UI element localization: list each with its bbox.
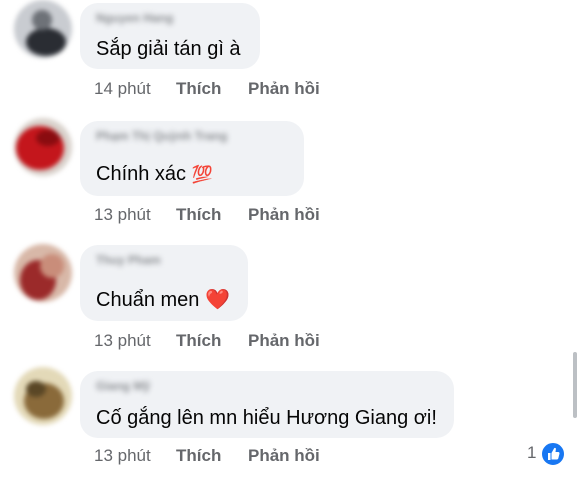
comment-time[interactable]: 13 phút (94, 331, 176, 351)
comment-author[interactable]: Thuy Pham (96, 253, 161, 267)
comment-text-body: Chuẩn men (96, 289, 200, 311)
avatar[interactable] (14, 118, 72, 176)
comment-bubble: Giang Mỹ Cố gắng lên mn hiểu Hương Giang… (80, 371, 454, 438)
like-button[interactable]: Thích (176, 205, 248, 225)
comment-text: Sắp giải tán gì à (96, 38, 241, 60)
comment-actions: 13 phút Thích Phản hồi (94, 446, 320, 466)
avatar[interactable] (14, 367, 72, 425)
reply-button[interactable]: Phản hồi (248, 79, 320, 99)
comment-actions: 13 phút Thích Phản hồi (94, 331, 320, 351)
comment-author[interactable]: Phạm Thị Quỳnh Trang (96, 129, 227, 143)
comment-text: Chuẩn men ❤️ (96, 287, 230, 312)
like-button[interactable]: Thích (176, 79, 248, 99)
comment-bubble: Thuy Pham Chuẩn men ❤️ (80, 245, 248, 321)
scrollbar[interactable] (573, 352, 577, 418)
comment-text-body: Chính xác (96, 163, 187, 185)
reaction-count: 1 (527, 443, 537, 462)
hundred-emoji: 💯 (191, 165, 213, 184)
comment-actions: 14 phút Thích Phản hồi (94, 79, 320, 99)
like-button[interactable]: Thích (176, 446, 248, 466)
comment-author[interactable]: Nguyen Hang (96, 11, 173, 25)
reply-button[interactable]: Phản hồi (248, 446, 320, 466)
thumbs-up-icon (540, 441, 566, 467)
comment-time[interactable]: 14 phút (94, 79, 176, 99)
like-button[interactable]: Thích (176, 331, 248, 351)
comment-author[interactable]: Giang Mỹ (96, 379, 150, 393)
avatar[interactable] (14, 0, 72, 58)
reply-button[interactable]: Phản hồi (248, 205, 320, 225)
comment-actions: 13 phút Thích Phản hồi (94, 205, 320, 225)
comment-bubble: Phạm Thị Quỳnh Trang Chính xác 💯 (80, 121, 304, 196)
heart-emoji: ❤️ (204, 289, 230, 311)
reply-button[interactable]: Phản hồi (248, 331, 320, 351)
comment-text: Chính xác 💯 (96, 163, 213, 186)
comment-bubble: Nguyen Hang Sắp giải tán gì à (80, 3, 260, 69)
comment-time[interactable]: 13 phút (94, 205, 176, 225)
comment-text: Cố gắng lên mn hiểu Hương Giang ơi! (96, 407, 437, 429)
comment-time[interactable]: 13 phút (94, 446, 176, 466)
avatar[interactable] (14, 244, 72, 302)
